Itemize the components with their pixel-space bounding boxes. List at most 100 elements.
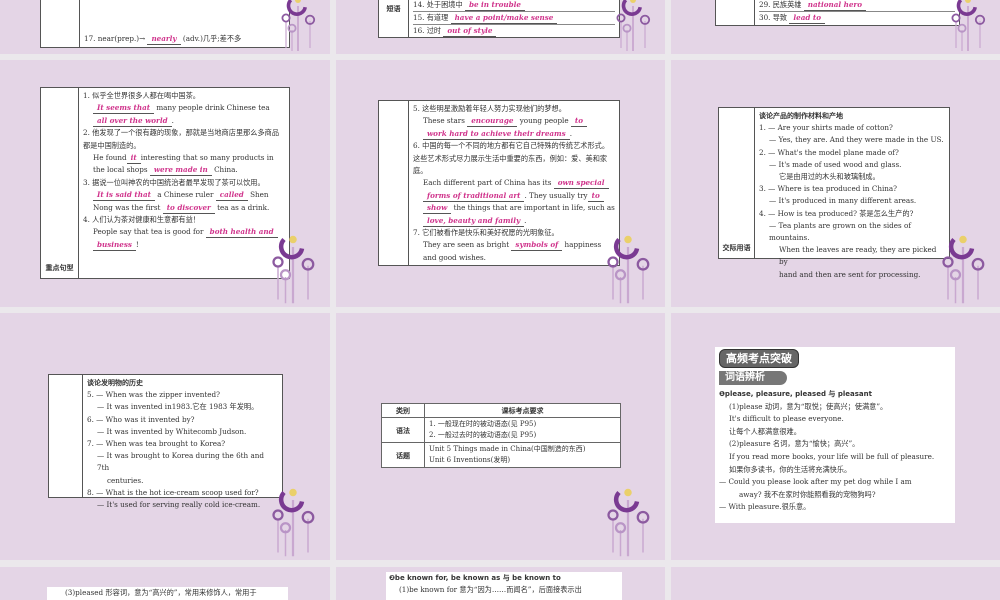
slide-r3-c3[interactable]: 高频考点突破 词语辨析 ❶please, pleasure, pleased 与… bbox=[671, 313, 1000, 560]
text: 5. 这些明星激励着年轻人努力实现他们的梦想。 bbox=[413, 104, 566, 113]
text-line: 7. — When was tea brought to Korea? bbox=[87, 439, 226, 449]
content-box: 高频考点突破 词语辨析 ❶please, pleasure, pleased 与… bbox=[715, 347, 955, 523]
text-line: 让每个人都满意很难。 bbox=[729, 426, 801, 436]
table-header: 课标考点要求 bbox=[424, 403, 621, 418]
text: 15. 有道理 bbox=[413, 13, 449, 22]
text-line: hand and then are sent for processing. bbox=[779, 269, 921, 279]
category-table: 类别 课标考点要求 语法 1. 一般现在时的被动语态(见 P95) 2. 一般过去时的… bbox=[381, 403, 621, 468]
slide-r4-c1[interactable]: (3)pleased 形容词，意为“高兴的”，常用来修饰人，常用于 bbox=[0, 567, 330, 600]
slide-r1-c3[interactable]: 29. 民族英雄 national hero 30. 导致 lead to bbox=[671, 0, 1000, 54]
text-line: — With pleasure.很乐意。 bbox=[719, 502, 811, 512]
text-line: — It's produced in many different areas. bbox=[769, 196, 917, 206]
content-box: 谈论发明物的历史 5. — When was the zipper invente… bbox=[48, 374, 283, 509]
answer: own special bbox=[553, 178, 609, 190]
table-cell: Unit 5 Things made in China(中国制造的东西) bbox=[429, 445, 586, 453]
text-line: 4. — How is tea produced? 茶是怎么生产的? bbox=[759, 208, 914, 218]
subtitle-tag: 词语辨析 bbox=[719, 371, 787, 385]
answer: to bbox=[587, 191, 604, 202]
content-box: (3)pleased 形容词，意为“高兴的”，常用来修饰人，常用于 bbox=[47, 587, 288, 600]
text: young people bbox=[519, 116, 569, 126]
text: 30. 导致 bbox=[759, 13, 788, 22]
flower-decoration-icon bbox=[258, 232, 328, 307]
answer: symbols of bbox=[511, 240, 563, 252]
text-line: 1. — Are your shirts made of cotton? bbox=[759, 123, 893, 133]
answer: love, beauty and family bbox=[423, 216, 525, 227]
content-box: ❷be known for, be known as 与 be known to… bbox=[386, 572, 622, 600]
table-cell: 话题 bbox=[381, 442, 425, 468]
text: . bbox=[569, 128, 573, 138]
text-line: away? 我不在家时你能照看我的宠物狗吗? bbox=[739, 489, 876, 499]
category-label bbox=[379, 101, 409, 265]
slide-r2-c3[interactable]: 交际用语 谈论产品的制作材料和产地 1. — Are your shirts ma… bbox=[671, 60, 1000, 307]
category-label: 交际用语 bbox=[719, 108, 755, 258]
text: (1)be known for 意为“因为……而闻名”，后面接表示出 bbox=[399, 585, 582, 594]
text-line: — It's used for serving really cold ice-… bbox=[97, 500, 261, 510]
answer: national hero bbox=[803, 0, 866, 11]
slide-r2-c1[interactable]: 重点句型 1. 似乎全世界很多人都在喝中国茶。 It seems that ma… bbox=[0, 60, 330, 307]
text-line: — Could you please look after my pet dog… bbox=[719, 477, 912, 487]
table-cell: 1. 一般现在时的被动语态(见 P95) bbox=[429, 420, 537, 428]
slide-r1-c2[interactable]: 短语 14. 处于困境中 be in trouble 15. 有道理 have … bbox=[336, 0, 665, 54]
text-line: centuries. bbox=[107, 475, 144, 485]
section-title: 谈论产品的制作材料和产地 bbox=[759, 112, 843, 120]
point-heading: ❷be known for, be known as 与 be known to bbox=[389, 574, 561, 582]
answer: be in trouble bbox=[464, 0, 525, 11]
slide-r2-c2[interactable]: 5. 这些明星激励着年轻人努力实现他们的梦想。 These stars enco… bbox=[336, 60, 665, 307]
text: (adv.)几乎;差不多 bbox=[182, 33, 242, 43]
slide-r3-c2[interactable]: 类别 课标考点要求 语法 1. 一般现在时的被动语态(见 P95) 2. 一般过去时的… bbox=[336, 313, 665, 560]
slide-r4-c2[interactable]: ❷be known for, be known as 与 be known to… bbox=[336, 567, 665, 600]
text-line: 它是由用过的木头和玻璃制成。 bbox=[779, 172, 880, 182]
answer: forms of traditional art bbox=[423, 191, 525, 202]
answer: work hard to achieve their dreams bbox=[423, 129, 570, 140]
content-box: 29. 民族英雄 national hero 30. 导致 lead to bbox=[715, 0, 960, 26]
text-line: — It's made of used wood and glass. bbox=[769, 159, 902, 169]
content-box: 重点句型 1. 似乎全世界很多人都在喝中国茶。 It seems that ma… bbox=[40, 87, 290, 279]
flower-decoration-icon bbox=[593, 232, 663, 307]
answer: encourage bbox=[467, 116, 518, 128]
text-line: — Tea plants are grown on the sides of m… bbox=[769, 220, 911, 243]
text: 29. 民族英雄 bbox=[759, 0, 802, 9]
text: Each different part of China has its bbox=[423, 178, 552, 188]
text: 1. 似乎全世界很多人都在喝中国茶。 bbox=[83, 91, 200, 100]
text: 7. 它们被看作是快乐和美好祝愿的光明象征。 bbox=[413, 228, 559, 238]
category-label bbox=[49, 375, 83, 497]
text-line: If you read more books, your life will b… bbox=[729, 451, 935, 461]
text-line: 如果你多读书，你的生活将充满快乐。 bbox=[729, 464, 852, 474]
text: (3)pleased 形容词，意为“高兴的”，常用来修饰人，常用于 bbox=[65, 588, 257, 597]
text-line: (1)please 动词，意为“取悦；使高兴；使满意”。 bbox=[729, 401, 888, 411]
text: 17. near(prep.)→ bbox=[84, 33, 146, 43]
slide-r4-c3[interactable] bbox=[671, 567, 1000, 600]
table-cell: Unit 6 Inventions(发明) bbox=[429, 456, 511, 464]
category-label: 短语 bbox=[379, 0, 409, 37]
text-line: 8. — What is the hot ice-cream scoop use… bbox=[87, 487, 259, 497]
text-line: 6. — Who was it invented by? bbox=[87, 414, 195, 424]
text: . bbox=[524, 215, 527, 225]
flower-decoration-icon bbox=[950, 0, 987, 53]
slide-r3-c1[interactable]: 谈论发明物的历史 5. — When was the zipper invente… bbox=[0, 313, 330, 560]
slide-r1-c1[interactable]: 17. near(prep.)→ nearly (adv.)几乎;差不多 bbox=[0, 0, 330, 54]
content-box: 短语 14. 处于困境中 be in trouble 15. 有道理 have … bbox=[378, 0, 620, 38]
flower-decoration-icon bbox=[928, 232, 998, 307]
section-title: 谈论发明物的历史 bbox=[87, 379, 143, 387]
text-line: 3. — Where is tea produced in China? bbox=[759, 184, 898, 194]
table-cell: 语法 bbox=[381, 417, 425, 443]
answer: to discover bbox=[162, 203, 215, 214]
table-cell: 2. 一般过去时的被动语态(见 P95) bbox=[429, 431, 537, 439]
text-line: 5. — When was the zipper invented? bbox=[87, 390, 220, 400]
table-header: 类别 bbox=[381, 403, 425, 418]
text: . bbox=[171, 115, 174, 125]
text: the things that are important in life, s… bbox=[453, 203, 615, 213]
text: These stars bbox=[423, 116, 465, 126]
text: 3. 据说一位叫神农的中国统治者最早发现了茶可以饮用。 bbox=[83, 177, 265, 187]
answer: It is said that bbox=[93, 190, 155, 202]
section-banner: 高频考点突破 bbox=[719, 349, 799, 368]
answer: called bbox=[215, 190, 248, 202]
text-line: — It was invented by Whitecomb Judson. bbox=[97, 426, 247, 436]
content-box: 5. 这些明星激励着年轻人努力实现他们的梦想。 These stars enco… bbox=[378, 100, 620, 266]
text-line: — It was brought to Korea during the 6th… bbox=[97, 451, 264, 473]
text: People say that tea is good for bbox=[93, 227, 204, 237]
answer: all over the world bbox=[93, 116, 172, 127]
text-line: — Yes, they are. And they were made in t… bbox=[769, 135, 944, 145]
text: many people drink Chinese tea bbox=[156, 103, 270, 113]
text-line: When the leaves are ready, they are pick… bbox=[779, 245, 937, 267]
